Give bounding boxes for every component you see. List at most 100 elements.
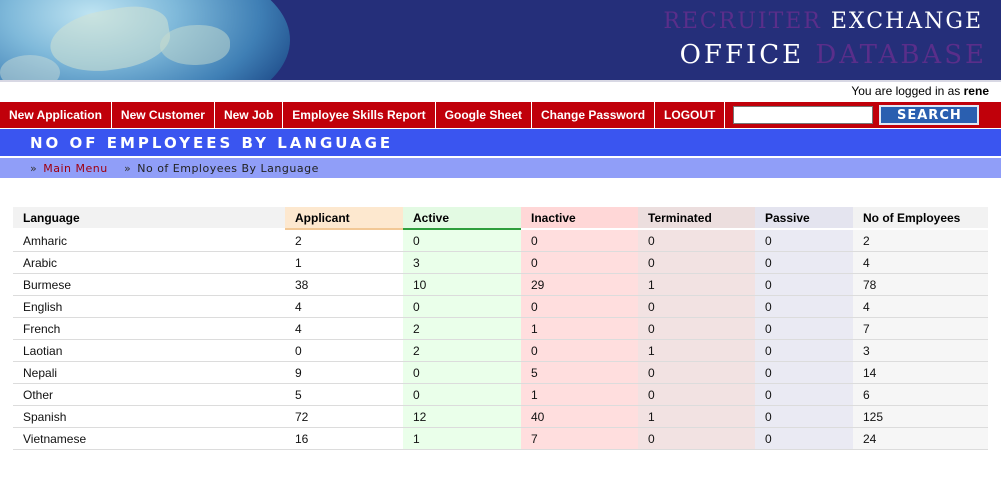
- cell-language: Vietnamese: [13, 427, 285, 450]
- cell-applicant: 72: [285, 405, 403, 428]
- col-header-passive: Passive: [755, 207, 853, 230]
- col-header-no-of-employees: No of Employees: [853, 207, 988, 230]
- cell-inactive: 1: [521, 317, 638, 340]
- cell-terminated: 0: [638, 251, 755, 274]
- nav-new-application[interactable]: New Application: [0, 102, 112, 128]
- cell-passive: 0: [755, 317, 853, 340]
- cell-inactive: 0: [521, 229, 638, 252]
- cell-language: English: [13, 295, 285, 318]
- nav-employee-skills-report[interactable]: Employee Skills Report: [283, 102, 436, 128]
- cell-no-of-employees: 4: [853, 251, 988, 274]
- breadcrumb: » Main Menu » No of Employees By Language: [0, 158, 1001, 178]
- cell-active: 10: [403, 273, 521, 296]
- banner-divider: [0, 80, 1001, 82]
- cell-terminated: 0: [638, 317, 755, 340]
- cell-language: French: [13, 317, 285, 340]
- cell-passive: 0: [755, 229, 853, 252]
- breadcrumb-separator: »: [124, 162, 132, 175]
- employees-by-language-table: Language Applicant Active Inactive Termi…: [13, 207, 988, 450]
- table-header-row: Language Applicant Active Inactive Termi…: [13, 207, 988, 230]
- cell-terminated: 0: [638, 361, 755, 384]
- table-row: Amharic 2 0 0 0 0 2: [13, 229, 988, 252]
- header-banner: RECRUITER EXCHANGE OFFICE DATABASE: [0, 0, 1001, 80]
- cell-inactive: 0: [521, 339, 638, 362]
- login-user: rene: [963, 84, 989, 98]
- table-row: Spanish 72 12 40 1 0 125: [13, 405, 988, 428]
- nav-change-password[interactable]: Change Password: [532, 102, 656, 128]
- cell-passive: 0: [755, 273, 853, 296]
- cell-terminated: 0: [638, 427, 755, 450]
- cell-active: 0: [403, 229, 521, 252]
- cell-active: 0: [403, 383, 521, 406]
- breadcrumb-main-menu-label: Main Menu: [43, 162, 108, 175]
- cell-no-of-employees: 125: [853, 405, 988, 428]
- cell-applicant: 5: [285, 383, 403, 406]
- table-row: Other 5 0 1 0 0 6: [13, 383, 988, 406]
- brand-word: OFFICE: [679, 40, 805, 70]
- cell-no-of-employees: 6: [853, 383, 988, 406]
- search-input[interactable]: [733, 106, 874, 124]
- brand-line-1: RECRUITER EXCHANGE: [663, 9, 983, 34]
- cell-terminated: 1: [638, 405, 755, 428]
- cell-active: 12: [403, 405, 521, 428]
- brand-word: DATABASE: [815, 40, 987, 70]
- cell-no-of-employees: 7: [853, 317, 988, 340]
- cell-active: 2: [403, 317, 521, 340]
- table-row: Burmese 38 10 29 1 0 78: [13, 273, 988, 296]
- cell-terminated: 1: [638, 339, 755, 362]
- page-title: NO OF EMPLOYEES BY LANGUAGE: [30, 134, 394, 152]
- nav-google-sheet[interactable]: Google Sheet: [436, 102, 533, 128]
- cell-applicant: 38: [285, 273, 403, 296]
- cell-language: Other: [13, 383, 285, 406]
- brand-word: EXCHANGE: [830, 9, 983, 34]
- cell-language: Amharic: [13, 229, 285, 252]
- cell-inactive: 40: [521, 405, 638, 428]
- table-body: Amharic 2 0 0 0 0 2 Arabic 1 3 0 0 0 4 Burmese 38 10 29 1 0…: [13, 229, 988, 450]
- cell-applicant: 4: [285, 295, 403, 318]
- breadcrumb-main-menu[interactable]: » Main Menu: [30, 162, 108, 175]
- cell-passive: 0: [755, 251, 853, 274]
- cell-applicant: 16: [285, 427, 403, 450]
- col-header-inactive: Inactive: [521, 207, 638, 230]
- page-title-bar: NO OF EMPLOYEES BY LANGUAGE: [0, 129, 1001, 156]
- table-row: French 4 2 1 0 0 7: [13, 317, 988, 340]
- cell-inactive: 0: [521, 295, 638, 318]
- cell-no-of-employees: 3: [853, 339, 988, 362]
- cell-inactive: 5: [521, 361, 638, 384]
- cell-language: Burmese: [13, 273, 285, 296]
- cell-applicant: 9: [285, 361, 403, 384]
- cell-applicant: 1: [285, 251, 403, 274]
- nav-logout[interactable]: LOGOUT: [655, 102, 726, 128]
- cell-passive: 0: [755, 405, 853, 428]
- search-area: SEARCH: [725, 102, 980, 128]
- cell-active: 3: [403, 251, 521, 274]
- cell-active: 0: [403, 361, 521, 384]
- cell-inactive: 7: [521, 427, 638, 450]
- table-row: Laotian 0 2 0 1 0 3: [13, 339, 988, 362]
- cell-no-of-employees: 78: [853, 273, 988, 296]
- col-header-language: Language: [13, 207, 285, 230]
- breadcrumb-current: » No of Employees By Language: [124, 162, 319, 175]
- cell-terminated: 0: [638, 383, 755, 406]
- brand-line-2: OFFICE DATABASE: [680, 40, 987, 70]
- cell-language: Spanish: [13, 405, 285, 428]
- nav-new-customer[interactable]: New Customer: [112, 102, 215, 128]
- globe-logo: [0, 0, 290, 80]
- cell-language: Arabic: [13, 251, 285, 274]
- table-row: Arabic 1 3 0 0 0 4: [13, 251, 988, 274]
- cell-applicant: 0: [285, 339, 403, 362]
- breadcrumb-separator: »: [30, 162, 38, 175]
- cell-active: 2: [403, 339, 521, 362]
- cell-passive: 0: [755, 339, 853, 362]
- cell-inactive: 0: [521, 251, 638, 274]
- cell-active: 0: [403, 295, 521, 318]
- brand-word: RECRUITER: [663, 9, 822, 34]
- cell-language: Nepali: [13, 361, 285, 384]
- search-button[interactable]: SEARCH: [879, 105, 980, 125]
- top-nav: New Application New Customer New Job Emp…: [0, 102, 1001, 128]
- table-row: Vietnamese 16 1 7 0 0 24: [13, 427, 988, 450]
- col-header-applicant: Applicant: [285, 207, 403, 230]
- cell-no-of-employees: 24: [853, 427, 988, 450]
- nav-new-job[interactable]: New Job: [215, 102, 284, 128]
- cell-terminated: 0: [638, 229, 755, 252]
